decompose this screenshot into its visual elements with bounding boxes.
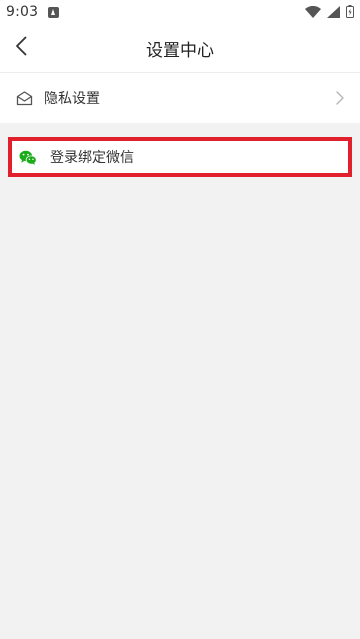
bind-wechat-item[interactable]: 登录绑定微信 (8, 137, 352, 177)
status-bar: 9:03 (0, 0, 360, 24)
chevron-right-icon (336, 90, 344, 109)
status-time: 9:03 (6, 4, 39, 20)
privacy-settings-label: 隐私设置 (44, 91, 100, 107)
page-title: 设置中心 (146, 40, 214, 61)
wifi-icon (305, 3, 321, 22)
signal-icon (327, 3, 340, 22)
app-notification-icon (48, 6, 60, 18)
status-left: 9:03 (6, 4, 60, 20)
battery-icon (346, 3, 354, 22)
status-right (305, 3, 354, 22)
chevron-left-icon (15, 36, 27, 60)
settings-center-screen: 9:03 设置中心 隐私设置 登录绑定微信 (0, 0, 360, 639)
wechat-icon (18, 147, 38, 167)
mail-open-icon (14, 88, 34, 108)
nav-bar: 设置中心 (0, 24, 360, 73)
back-button[interactable] (6, 32, 36, 64)
bind-wechat-label: 登录绑定微信 (50, 150, 134, 166)
privacy-settings-item[interactable]: 隐私设置 (0, 73, 360, 123)
